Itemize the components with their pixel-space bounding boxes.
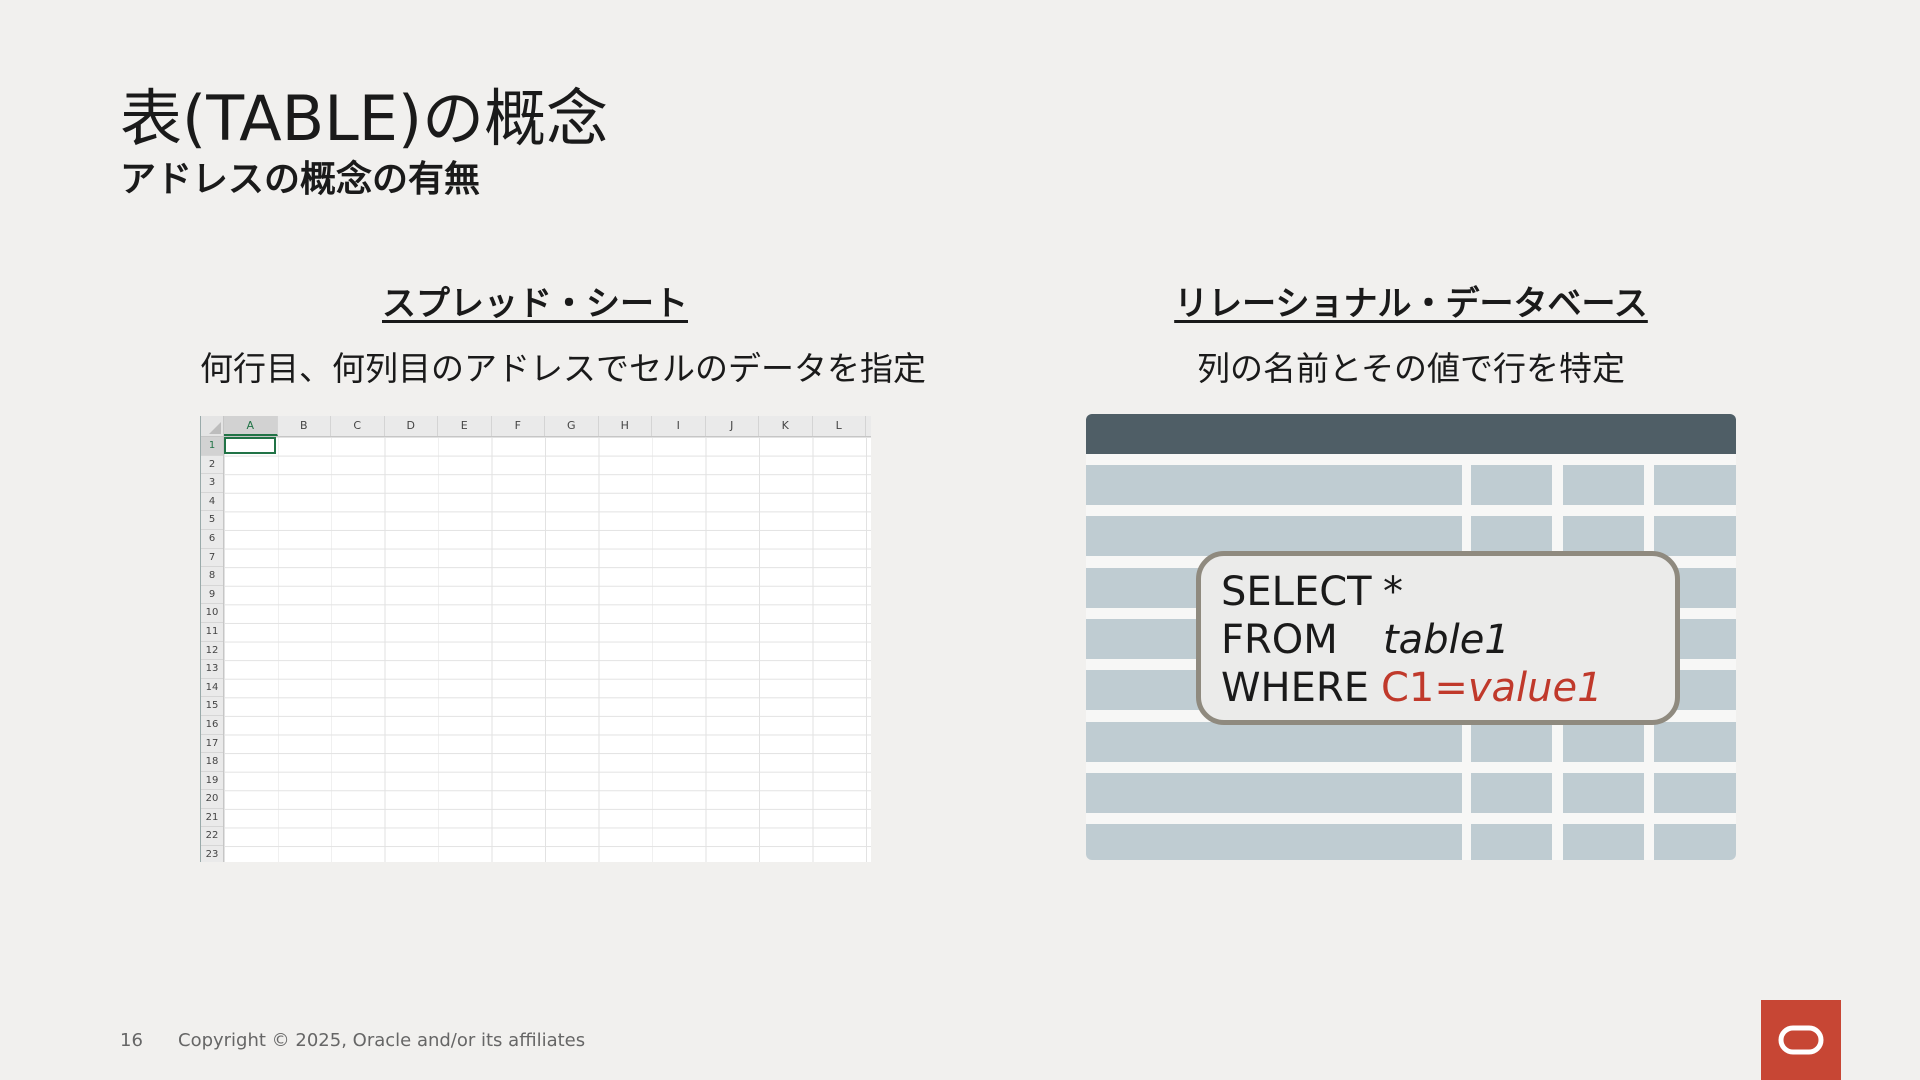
table-cell (1654, 465, 1736, 505)
column-header-e: E (438, 416, 492, 436)
row-header-21: 21 (201, 809, 223, 828)
row-header-6: 6 (201, 530, 223, 549)
column-header-h: H (599, 416, 652, 436)
table-cell (1563, 465, 1644, 505)
table-cell (1654, 772, 1736, 813)
database-table-header (1086, 414, 1736, 454)
table-cell (1654, 516, 1736, 557)
sql-select-line: SELECT * (1221, 568, 1675, 616)
copyright-text: Copyright © 2025, Oracle and/or its affi… (178, 1030, 586, 1051)
row-header-16: 16 (201, 716, 223, 735)
table-cell (1563, 772, 1644, 813)
table-cell (1471, 465, 1552, 505)
table-cell (1086, 772, 1462, 813)
spreadsheet-heading: スプレッド・シート (382, 284, 688, 324)
row-header-10: 10 (201, 604, 223, 623)
row-header-13: 13 (201, 660, 223, 679)
row-header-22: 22 (201, 827, 223, 847)
active-cell-a1 (224, 437, 276, 454)
sql-where-value: value1 (1467, 665, 1603, 711)
row-header-3: 3 (201, 474, 223, 493)
column-header-a: A (224, 416, 278, 436)
table-cell (1563, 824, 1644, 860)
row-header-19: 19 (201, 772, 223, 791)
row-header-20: 20 (201, 790, 223, 809)
sql-from-value: table1 (1383, 617, 1510, 663)
table-cell (1471, 824, 1552, 860)
row-header-8: 8 (201, 567, 223, 586)
column-header-k: K (759, 416, 813, 436)
column-header-c: C (331, 416, 385, 436)
table-cell (1654, 824, 1736, 860)
sql-from-keyword: FROM (1221, 617, 1338, 663)
column-header-g: G (545, 416, 599, 436)
table-cell (1471, 772, 1552, 813)
column-header-i: I (652, 416, 706, 436)
spreadsheet-description: 何行目、何列目のアドレスでセルのデータを指定 (200, 349, 926, 388)
row-header-18: 18 (201, 753, 223, 772)
row-header-7: 7 (201, 549, 223, 568)
oracle-ring-icon (1778, 1025, 1824, 1055)
column-header-d: D (385, 416, 438, 436)
page-number: 16 (120, 1030, 143, 1051)
column-header-b: B (278, 416, 331, 436)
row-header-14: 14 (201, 679, 223, 698)
table-cell (1086, 465, 1462, 505)
slide-title: 表(TABLE)の概念 (120, 82, 609, 155)
sql-from-line: FROM table1 (1221, 616, 1675, 664)
sql-where-condition: C1=value1 (1380, 665, 1603, 711)
row-header-12: 12 (201, 642, 223, 661)
table-cell (1086, 721, 1462, 762)
row-header-17: 17 (201, 735, 223, 754)
row-header-2: 2 (201, 456, 223, 475)
row-header-15: 15 (201, 697, 223, 716)
oracle-logo-icon (1761, 1000, 1841, 1080)
table-cell (1471, 721, 1552, 762)
spreadsheet-column-headers: ABCDEFGHIJKL (201, 416, 871, 437)
row-header-23: 23 (201, 846, 223, 862)
spreadsheet-image: ABCDEFGHIJKL 1 2 3 4 5 6 7 8 9 10 11 12 13 14 15 16 17 18… (200, 416, 871, 862)
table-cell (1563, 721, 1644, 762)
table-cell (1086, 824, 1462, 860)
sql-where-keyword: WHERE (1221, 665, 1369, 711)
column-header-l: L (813, 416, 866, 436)
slide-subtitle: アドレスの概念の有無 (120, 159, 481, 200)
sql-select-value: * (1383, 569, 1403, 615)
sql-query-box: SELECT * FROM table1 WHERE C1=value1 (1196, 551, 1680, 725)
rdb-description: 列の名前とその値で行を特定 (1196, 349, 1625, 388)
sql-where-line: WHERE C1=value1 (1221, 664, 1675, 712)
row-header-9: 9 (201, 586, 223, 605)
select-all-corner (201, 416, 224, 436)
table-cell (1654, 721, 1736, 762)
row-header-1: 1 (201, 437, 223, 456)
row-header-11: 11 (201, 623, 223, 642)
rdb-heading: リレーショナル・データベース (1174, 284, 1648, 324)
spreadsheet-row-headers: 1 2 3 4 5 6 7 8 9 10 11 12 13 14 15 16 17 18 19 20 21 22 23 (201, 437, 224, 862)
sql-select-keyword: SELECT (1221, 569, 1372, 615)
row-header-4: 4 (201, 493, 223, 512)
spreadsheet-grid (224, 437, 871, 862)
column-header-f: F (492, 416, 545, 436)
column-header-j: J (706, 416, 759, 436)
row-header-5: 5 (201, 511, 223, 530)
